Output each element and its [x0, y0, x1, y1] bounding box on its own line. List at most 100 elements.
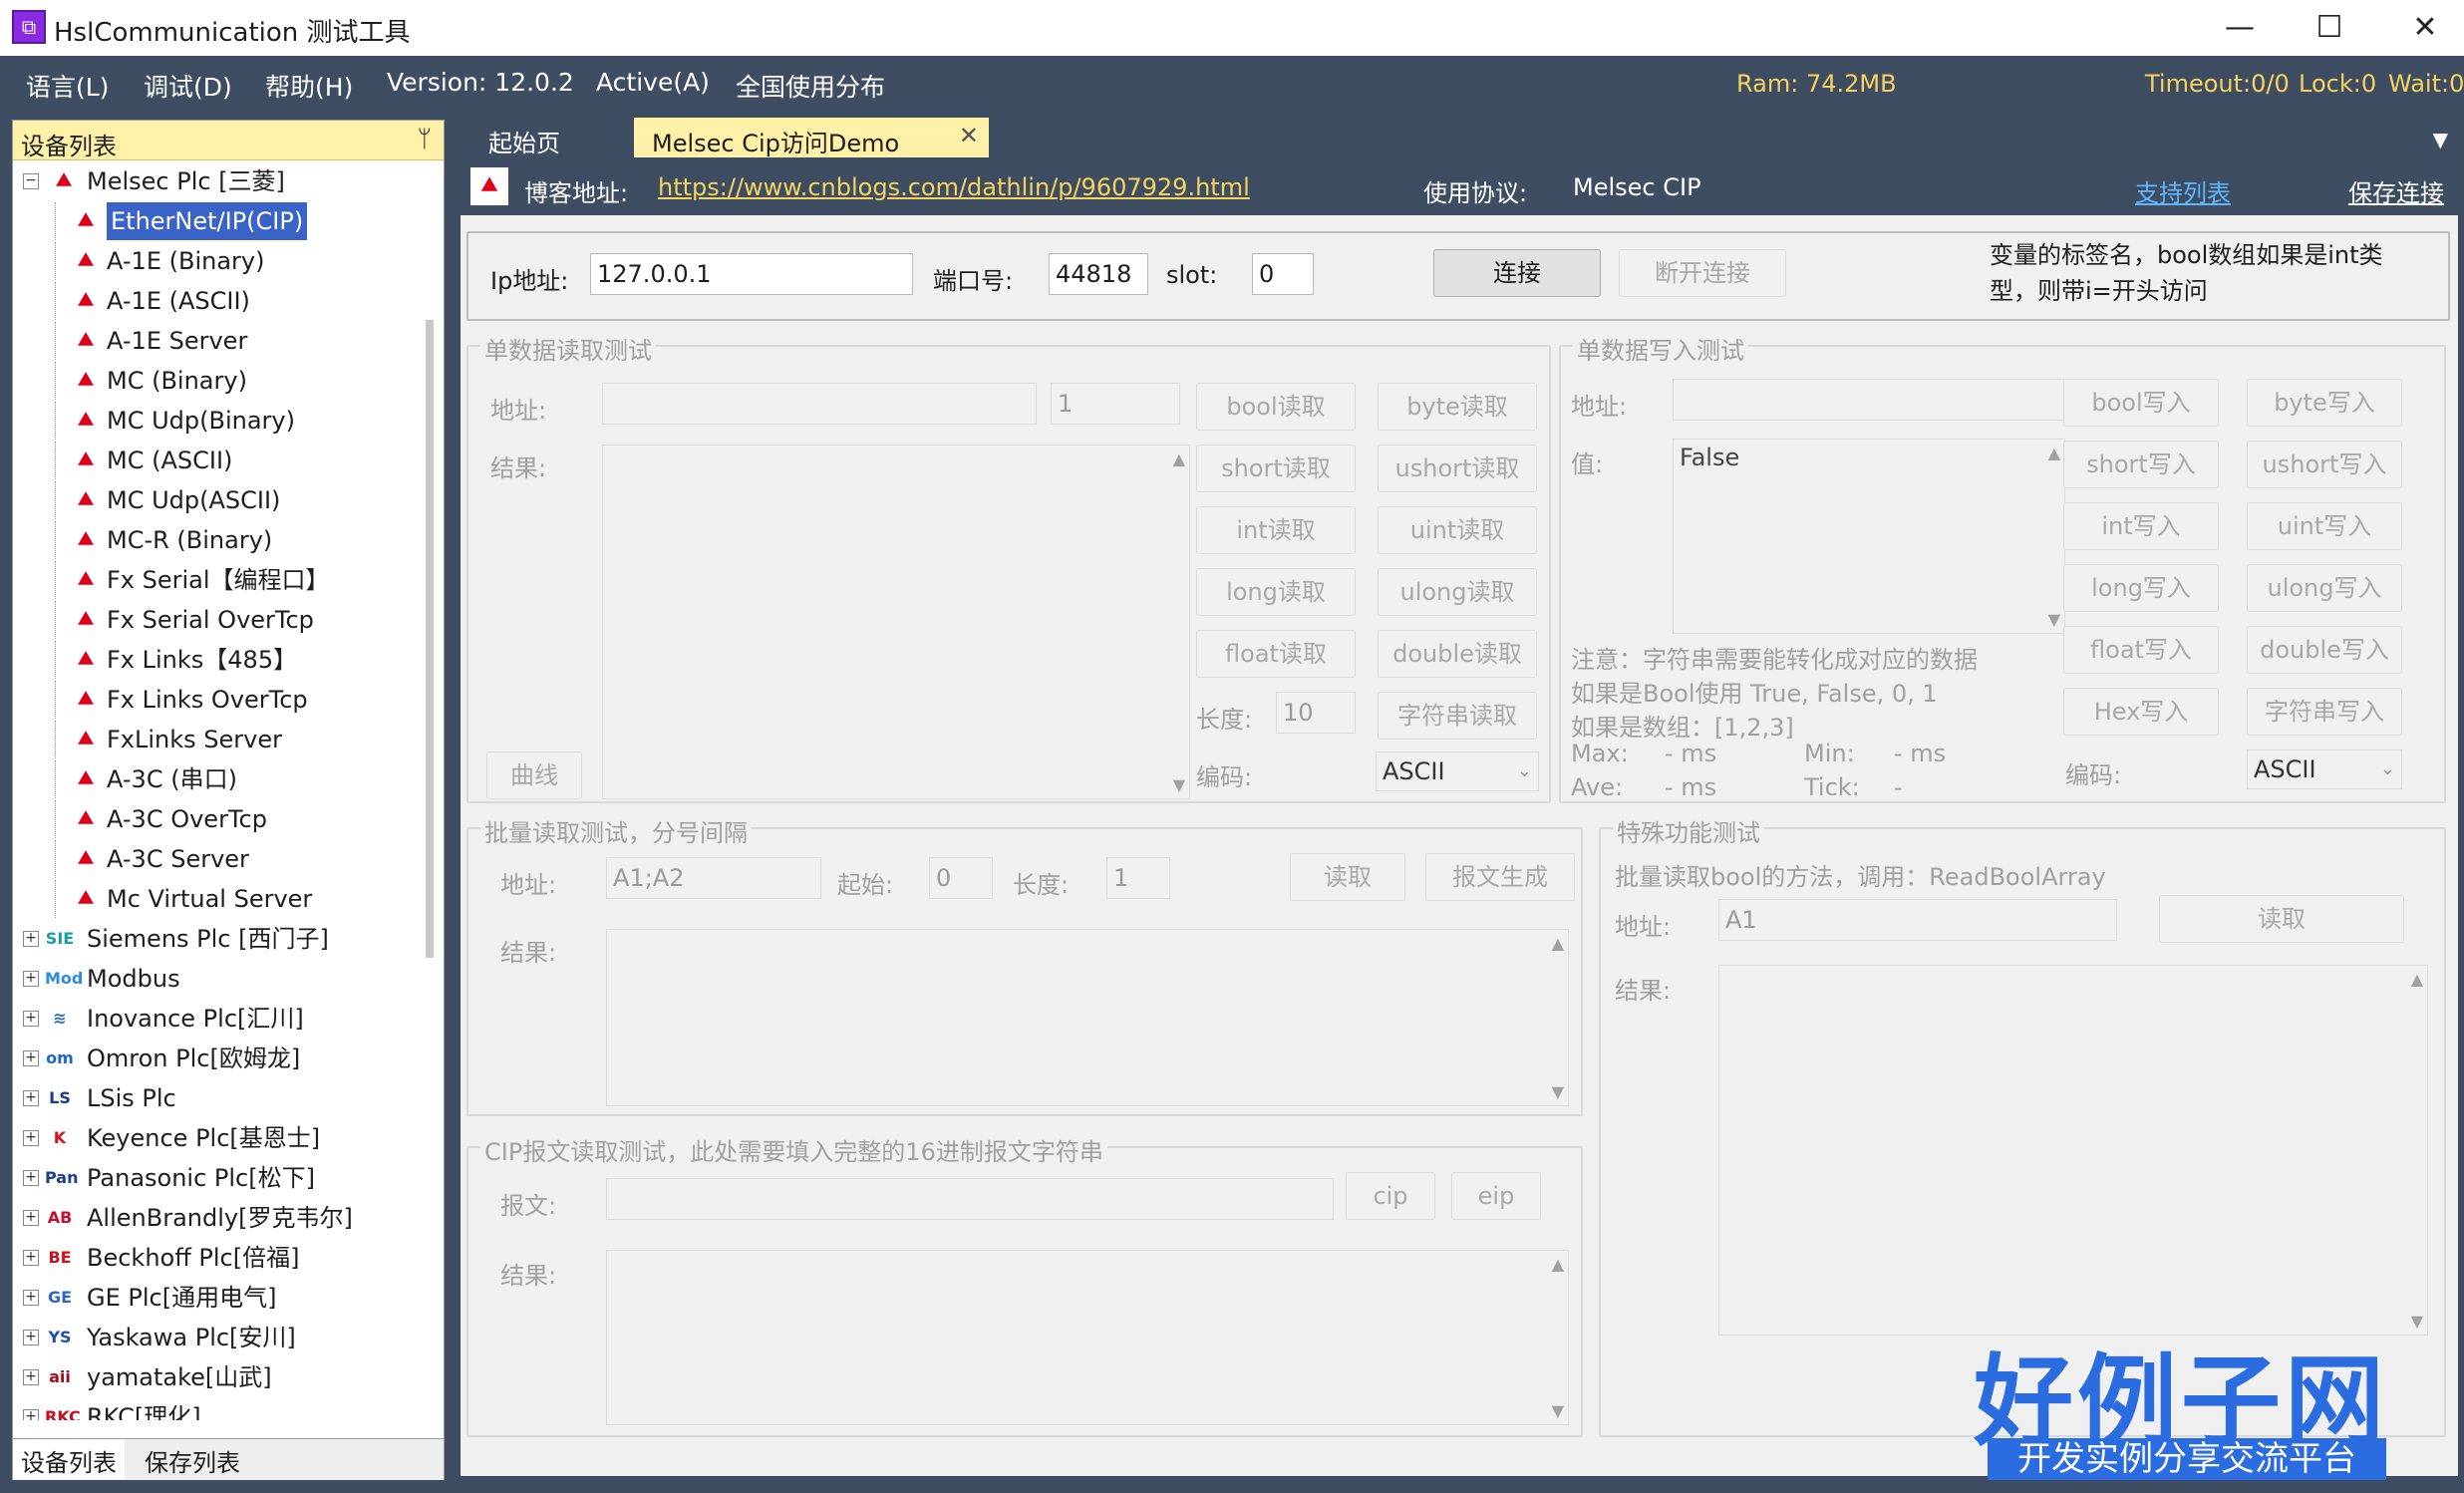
float-write-button[interactable]: float写入	[2063, 626, 2219, 674]
collapse-icon[interactable]: −	[23, 173, 39, 189]
read-result-area[interactable]: ▲ ▼	[602, 445, 1190, 799]
batch-start-input[interactable]: 0	[929, 857, 993, 899]
support-list-link[interactable]: 支持列表	[2135, 173, 2231, 208]
tab-melsec-cip[interactable]: Melsec Cip访问Demo ✕	[634, 118, 989, 157]
tree-node-melsec-14[interactable]: ⯅ A-3C (串口)	[13, 760, 442, 798]
tab-save-list[interactable]: 保存列表	[137, 1439, 248, 1479]
short-read-button[interactable]: short读取	[1196, 445, 1356, 492]
tree-group-5[interactable]: + K Keyence Plc[基恩士]	[13, 1119, 442, 1157]
expand-icon[interactable]: +	[23, 1170, 39, 1186]
tree-group-1[interactable]: + Mod Modbus	[13, 960, 442, 998]
uint-write-button[interactable]: uint写入	[2247, 502, 2402, 550]
tree-node-melsec-2[interactable]: ⯅ A-1E (ASCII)	[13, 282, 442, 320]
generate-message-button[interactable]: 报文生成	[1425, 853, 1575, 901]
read-encoding-select[interactable]: ASCII ⌄	[1376, 751, 1539, 791]
tree-scrollbar[interactable]	[426, 320, 434, 958]
save-connection-link[interactable]: 保存连接	[2348, 173, 2444, 208]
expand-icon[interactable]: +	[23, 1369, 39, 1385]
tree-group-0[interactable]: + SIE Siemens Plc [西门子]	[13, 920, 442, 958]
menu-debug[interactable]: 调试(D)	[144, 68, 232, 104]
tree-node-melsec-13[interactable]: ⯅ FxLinks Server	[13, 721, 442, 758]
slot-input[interactable]: 0	[1252, 253, 1314, 295]
tree-node-melsec-5[interactable]: ⯅ MC Udp(Binary)	[13, 402, 442, 440]
menu-language[interactable]: 语言(L)	[26, 68, 109, 104]
tree-group-10[interactable]: + YS Yaskawa Plc[安川]	[13, 1319, 442, 1356]
menu-version[interactable]: Version: 12.0.2	[387, 68, 574, 97]
scroll-down-icon[interactable]: ▼	[2048, 610, 2060, 629]
tree-node-melsec-7[interactable]: ⯅ MC Udp(ASCII)	[13, 481, 442, 519]
port-input[interactable]: 44818	[1049, 253, 1148, 295]
cip-result-area[interactable]: ▲ ▼	[606, 1250, 1569, 1425]
tree-node-melsec-17[interactable]: ⯅ Mc Virtual Server	[13, 880, 442, 918]
expand-icon[interactable]: +	[23, 1050, 39, 1066]
tree-group-12[interactable]: + RKC RKC[理化]	[13, 1398, 442, 1420]
curve-button[interactable]: 曲线	[486, 751, 582, 799]
double-write-button[interactable]: double写入	[2247, 626, 2402, 674]
long-read-button[interactable]: long读取	[1196, 568, 1356, 616]
tree-node-melsec-6[interactable]: ⯅ MC (ASCII)	[13, 442, 442, 479]
close-button[interactable]: ✕	[2390, 6, 2460, 50]
menu-help[interactable]: 帮助(H)	[265, 68, 353, 104]
tree-group-6[interactable]: + Pan Panasonic Plc[松下]	[13, 1159, 442, 1197]
cip-button[interactable]: cip	[1346, 1172, 1435, 1220]
tree-node-melsec-1[interactable]: ⯅ A-1E (Binary)	[13, 242, 442, 280]
tab-device-list[interactable]: 设备列表	[13, 1439, 125, 1479]
ip-input[interactable]: 127.0.0.1	[590, 253, 913, 295]
device-tree[interactable]: − ⯅ Melsec Plc [三菱] ⯅ EtherNet/IP(CIP) ⯅ A-1E …	[13, 162, 444, 1420]
string-length-input[interactable]: 10	[1276, 692, 1356, 734]
tree-group-3[interactable]: + om Omron Plc[欧姆龙]	[13, 1040, 442, 1077]
tree-group-4[interactable]: + LS LSis Plc	[13, 1079, 442, 1117]
byte-read-button[interactable]: byte读取	[1378, 383, 1537, 431]
expand-icon[interactable]: +	[23, 1330, 39, 1345]
scroll-up-icon[interactable]: ▲	[2048, 444, 2060, 462]
batch-address-input[interactable]: A1;A2	[606, 857, 821, 899]
ushort-write-button[interactable]: ushort写入	[2247, 441, 2402, 488]
special-address-input[interactable]: A1	[1718, 899, 2117, 941]
scroll-up-icon[interactable]: ▲	[1552, 1255, 1564, 1274]
write-encoding-select[interactable]: ASCII ⌄	[2247, 749, 2402, 789]
tree-node-melsec-8[interactable]: ⯅ MC-R (Binary)	[13, 521, 442, 559]
tree-node-melsec-9[interactable]: ⯅ Fx Serial【编程口】	[13, 561, 442, 599]
tab-start-page[interactable]: 起始页	[470, 118, 630, 157]
expand-icon[interactable]: +	[23, 1409, 39, 1420]
close-tab-icon[interactable]: ✕	[959, 122, 979, 149]
tree-node-melsec-11[interactable]: ⯅ Fx Links【485】	[13, 641, 442, 679]
disconnect-button[interactable]: 断开连接	[1619, 249, 1786, 297]
connect-button[interactable]: 连接	[1433, 249, 1601, 297]
short-write-button[interactable]: short写入	[2063, 441, 2219, 488]
special-read-button[interactable]: 读取	[2159, 895, 2404, 943]
special-result-area[interactable]: ▲ ▼	[1718, 965, 2428, 1336]
batch-length-input[interactable]: 1	[1106, 857, 1170, 899]
write-address-input[interactable]	[1673, 379, 2065, 421]
scroll-down-icon[interactable]: ▼	[1173, 775, 1185, 794]
bool-write-button[interactable]: bool写入	[2063, 379, 2219, 427]
pin-icon[interactable]: ᛘ	[418, 125, 432, 152]
tree-node-melsec-15[interactable]: ⯅ A-3C OverTcp	[13, 800, 442, 838]
tree-group-11[interactable]: + aii yamatake[山武]	[13, 1358, 442, 1396]
tree-node-melsec-10[interactable]: ⯅ Fx Serial OverTcp	[13, 601, 442, 639]
tree-node-melsec-16[interactable]: ⯅ A-3C Server	[13, 840, 442, 878]
uint-read-button[interactable]: uint读取	[1378, 506, 1537, 554]
tree-group-8[interactable]: + BE Beckhoff Plc[倍福]	[13, 1239, 442, 1277]
tree-node-melsec-0[interactable]: ⯅ EtherNet/IP(CIP)	[13, 202, 442, 240]
float-read-button[interactable]: float读取	[1196, 630, 1356, 678]
menu-active[interactable]: Active(A)	[596, 68, 710, 97]
scroll-down-icon[interactable]: ▼	[1552, 1401, 1564, 1420]
expand-icon[interactable]: +	[23, 931, 39, 947]
string-read-button[interactable]: 字符串读取	[1378, 692, 1537, 740]
tree-node-melsec[interactable]: − ⯅ Melsec Plc [三菱]	[13, 162, 442, 200]
expand-icon[interactable]: +	[23, 971, 39, 987]
tree-node-melsec-4[interactable]: ⯅ MC (Binary)	[13, 362, 442, 400]
expand-icon[interactable]: +	[23, 1011, 39, 1027]
string-write-button[interactable]: 字符串写入	[2247, 688, 2402, 736]
scroll-down-icon[interactable]: ▼	[1552, 1082, 1564, 1101]
batch-read-button[interactable]: 读取	[1290, 853, 1405, 901]
scroll-up-icon[interactable]: ▲	[1173, 449, 1185, 468]
tree-node-melsec-3[interactable]: ⯅ A-1E Server	[13, 322, 442, 360]
maximize-button[interactable]: ☐	[2295, 6, 2364, 50]
tree-group-9[interactable]: + GE GE Plc[通用电气]	[13, 1279, 442, 1317]
scroll-down-icon[interactable]: ▼	[2411, 1312, 2423, 1331]
ushort-read-button[interactable]: ushort读取	[1378, 445, 1537, 492]
hex-write-button[interactable]: Hex写入	[2063, 688, 2219, 736]
minimize-button[interactable]: —	[2205, 6, 2275, 50]
